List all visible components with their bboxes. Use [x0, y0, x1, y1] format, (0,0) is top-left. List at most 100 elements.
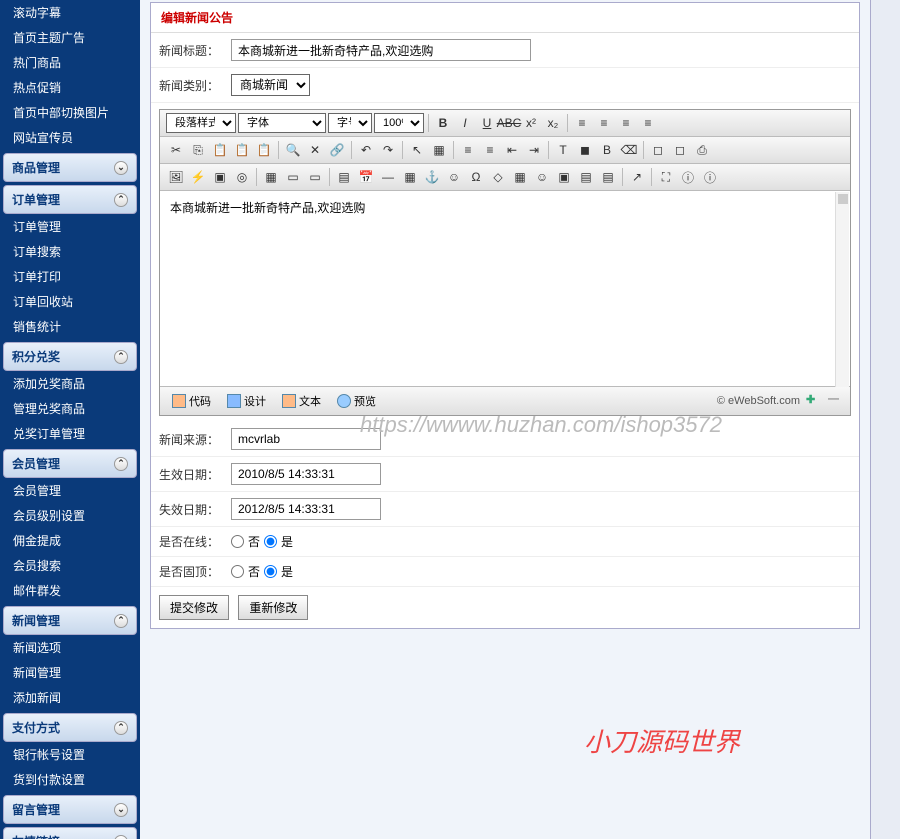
emote-icon[interactable]: ☺	[532, 167, 552, 187]
mode-text[interactable]: 文本	[276, 391, 327, 411]
date-icon[interactable]: 📅	[356, 167, 376, 187]
cut-icon[interactable]: ✂	[166, 140, 186, 160]
sidebar-item[interactable]: 首页主题广告	[3, 25, 137, 50]
excel-icon[interactable]: ▦	[510, 167, 530, 187]
sidebar-item[interactable]: 新闻选项	[3, 635, 137, 660]
bold-icon[interactable]: B	[433, 113, 453, 133]
section-header[interactable]: 支付方式⌃	[3, 713, 137, 742]
delete-icon[interactable]: ✕	[305, 140, 325, 160]
plus-icon[interactable]: ✚	[806, 393, 822, 409]
expire-date-input[interactable]	[231, 498, 381, 520]
ordered-list-icon[interactable]: ≡	[458, 140, 478, 160]
section-header[interactable]: 留言管理⌄	[3, 795, 137, 824]
sidebar-item[interactable]: 订单搜索	[3, 239, 137, 264]
section-header[interactable]: 商品管理⌄	[3, 153, 137, 182]
sidebar-item[interactable]: 热门商品	[3, 50, 137, 75]
format-icon[interactable]: B	[597, 140, 617, 160]
select-all-icon[interactable]: ▦	[429, 140, 449, 160]
news-source-input[interactable]	[231, 428, 381, 450]
sidebar-item[interactable]: 会员管理	[3, 478, 137, 503]
reset-button[interactable]: 重新修改	[238, 595, 308, 620]
page-icon[interactable]: ▤	[334, 167, 354, 187]
sidebar-item[interactable]: 添加新闻	[3, 685, 137, 710]
strike-icon[interactable]: ABC	[499, 113, 519, 133]
para-select[interactable]: 段落样式	[166, 113, 236, 133]
ppt-icon[interactable]: ▤	[598, 167, 618, 187]
align-left-icon[interactable]: ≡	[572, 113, 592, 133]
paste-word-icon[interactable]: 📋	[254, 140, 274, 160]
news-title-input[interactable]	[231, 39, 531, 61]
pinned-no-radio[interactable]	[231, 565, 244, 578]
window-icon[interactable]: ◻	[648, 140, 668, 160]
section-header[interactable]: 友情链接⌄	[3, 827, 137, 839]
copy-icon[interactable]: ⎘	[188, 140, 208, 160]
size-select[interactable]: 字号	[328, 113, 372, 133]
indent-icon[interactable]: ⇥	[524, 140, 544, 160]
sidebar-item[interactable]: 银行帐号设置	[3, 742, 137, 767]
export-icon[interactable]: ↗	[627, 167, 647, 187]
sidebar-item[interactable]: 货到付款设置	[3, 767, 137, 792]
art-icon[interactable]: ▣	[554, 167, 574, 187]
news-category-select[interactable]: 商城新闻	[231, 74, 310, 96]
sidebar-item[interactable]: 首页中部切换图片	[3, 100, 137, 125]
section-header[interactable]: 新闻管理⌃	[3, 606, 137, 635]
font-select[interactable]: 字体	[238, 113, 326, 133]
sidebar-item[interactable]: 邮件群发	[3, 578, 137, 603]
form-icon[interactable]: ▭	[283, 167, 303, 187]
word-icon[interactable]: ▤	[576, 167, 596, 187]
redo-icon[interactable]: ↷	[378, 140, 398, 160]
link-icon[interactable]: 🔗	[327, 140, 347, 160]
sidebar-item[interactable]: 添加兑奖商品	[3, 371, 137, 396]
fullscreen-icon[interactable]: ⛶	[656, 167, 676, 187]
sidebar-item[interactable]: 热点促销	[3, 75, 137, 100]
preview-icon[interactable]: ◻	[670, 140, 690, 160]
mode-preview[interactable]: 预览	[331, 391, 382, 411]
bg-color-icon[interactable]: ◼	[575, 140, 595, 160]
mode-design[interactable]: 设计	[221, 391, 272, 411]
online-yes-radio[interactable]	[264, 535, 277, 548]
zoom-select[interactable]: 100%	[374, 113, 424, 133]
special-icon[interactable]: Ω	[466, 167, 486, 187]
input-icon[interactable]: ▭	[305, 167, 325, 187]
sidebar-item[interactable]: 会员搜索	[3, 553, 137, 578]
anchor-icon[interactable]: ⚓	[422, 167, 442, 187]
marquee-icon[interactable]: ▦	[400, 167, 420, 187]
subscript-icon[interactable]: x₂	[543, 113, 563, 133]
underline-icon[interactable]: U	[477, 113, 497, 133]
sidebar-item[interactable]: 订单打印	[3, 264, 137, 289]
align-right-icon[interactable]: ≡	[616, 113, 636, 133]
sidebar-item[interactable]: 佣金提成	[3, 528, 137, 553]
minus-icon[interactable]: —	[828, 393, 844, 409]
sidebar-item[interactable]: 销售统计	[3, 314, 137, 339]
remove-format-icon[interactable]: ⌫	[619, 140, 639, 160]
section-header[interactable]: 积分兑奖⌃	[3, 342, 137, 371]
font-color-icon[interactable]: T	[553, 140, 573, 160]
section-header[interactable]: 会员管理⌃	[3, 449, 137, 478]
section-header[interactable]: 订单管理⌃	[3, 185, 137, 214]
sidebar-item[interactable]: 订单管理	[3, 214, 137, 239]
sidebar-item[interactable]: 订单回收站	[3, 289, 137, 314]
find-icon[interactable]: 🔍	[283, 140, 303, 160]
outdent-icon[interactable]: ⇤	[502, 140, 522, 160]
media-icon[interactable]: ▣	[210, 167, 230, 187]
pointer-icon[interactable]: ↖	[407, 140, 427, 160]
submit-button[interactable]: 提交修改	[159, 595, 229, 620]
sidebar-item[interactable]: 管理兑奖商品	[3, 396, 137, 421]
sidebar-item[interactable]: 兑奖订单管理	[3, 421, 137, 446]
image-icon[interactable]: 🖼	[166, 167, 186, 187]
superscript-icon[interactable]: x²	[521, 113, 541, 133]
sidebar-item[interactable]: 会员级别设置	[3, 503, 137, 528]
pinned-yes-radio[interactable]	[264, 565, 277, 578]
sidebar-item[interactable]: 滚动字幕	[3, 0, 137, 25]
undo-icon[interactable]: ↶	[356, 140, 376, 160]
sidebar-item[interactable]: 新闻管理	[3, 660, 137, 685]
flash-icon[interactable]: ⚡	[188, 167, 208, 187]
table-icon[interactable]: ▦	[261, 167, 281, 187]
unordered-list-icon[interactable]: ≡	[480, 140, 500, 160]
symbol-icon[interactable]: ◇	[488, 167, 508, 187]
sidebar-item[interactable]: 网站宣传员	[3, 125, 137, 150]
emotion-icon[interactable]: ☺	[444, 167, 464, 187]
paste-text-icon[interactable]: 📋	[232, 140, 252, 160]
paste-icon[interactable]: 📋	[210, 140, 230, 160]
file-icon[interactable]: ◎	[232, 167, 252, 187]
